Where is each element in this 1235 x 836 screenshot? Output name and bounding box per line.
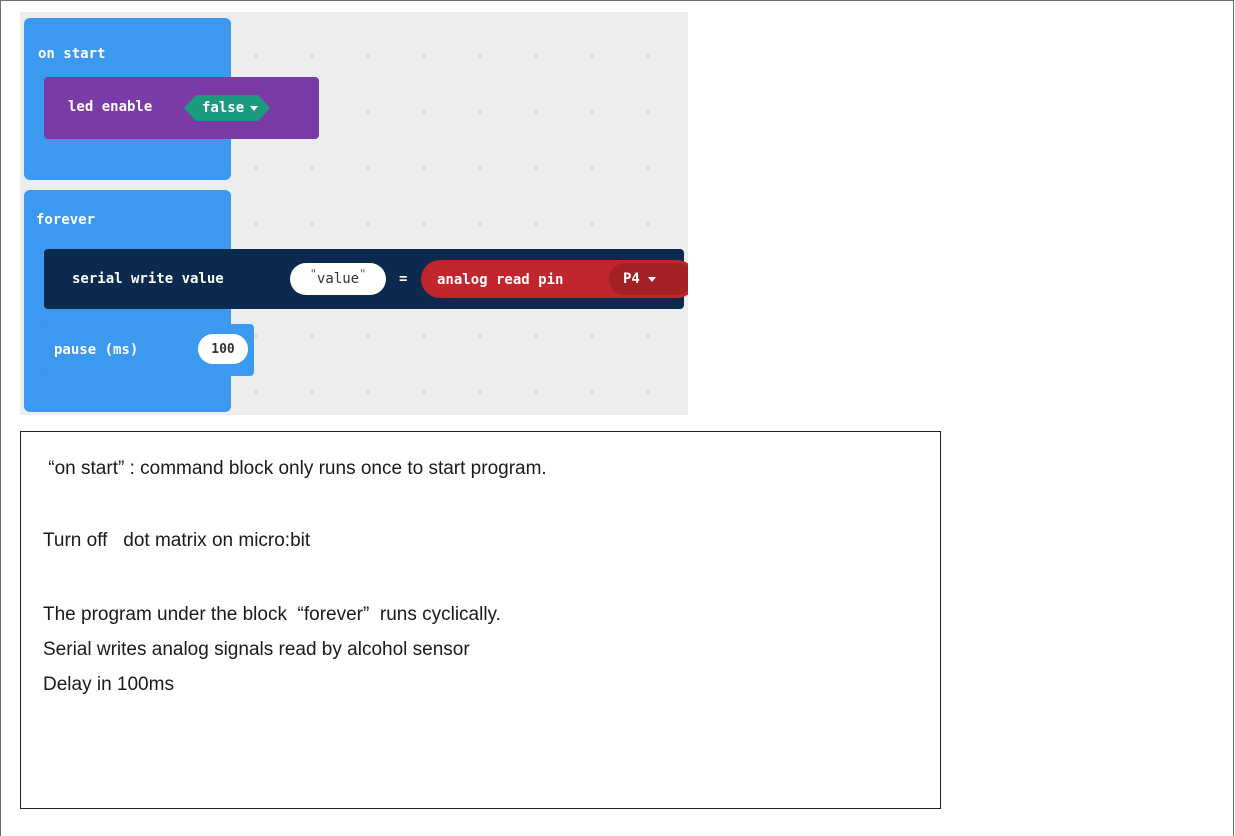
close-quote-icon: "	[359, 267, 367, 281]
pause-value: 100	[211, 341, 235, 357]
note-line-serial: Serial writes analog signals read by alc…	[43, 639, 470, 660]
analog-read-pin-block[interactable]: analog read pin P4	[421, 260, 688, 298]
note-line-delay: Delay in 100ms	[43, 674, 174, 695]
led-enable-value: false	[202, 100, 245, 116]
equals-sign: =	[399, 271, 408, 287]
led-enable-block[interactable]: led enable false	[44, 77, 319, 139]
note-line-on-start: “on start” : command block only runs onc…	[43, 458, 547, 479]
serial-write-label: serial write value	[72, 271, 224, 287]
led-enable-label: led enable	[68, 99, 153, 115]
pause-value-input[interactable]: 100	[198, 334, 248, 364]
dropdown-caret-icon	[250, 106, 258, 111]
forever-label: forever	[36, 212, 96, 228]
serial-name-input[interactable]: " value "	[290, 263, 386, 295]
blocks-workspace[interactable]: on start led enable false forever serial…	[20, 12, 688, 415]
open-quote-icon: "	[309, 267, 317, 281]
dropdown-caret-icon	[647, 276, 656, 282]
pause-block[interactable]: pause (ms) 100	[44, 324, 254, 376]
note-line-led: Turn off dot matrix on micro:bit	[43, 530, 311, 551]
serial-name-value: value	[316, 271, 360, 287]
analog-read-label: analog read pin	[437, 272, 564, 288]
pause-label: pause (ms)	[54, 342, 139, 358]
pin-value: P4	[623, 271, 640, 287]
led-enable-dropdown[interactable]: false	[184, 95, 270, 121]
explanation-box: “on start” : command block only runs onc…	[20, 431, 941, 809]
serial-write-value-block[interactable]: serial write value " value " = analog re…	[44, 249, 688, 309]
pin-dropdown[interactable]: P4	[609, 263, 688, 295]
on-start-label: on start	[38, 46, 106, 62]
note-line-forever: The program under the block “forever” ru…	[43, 604, 501, 625]
